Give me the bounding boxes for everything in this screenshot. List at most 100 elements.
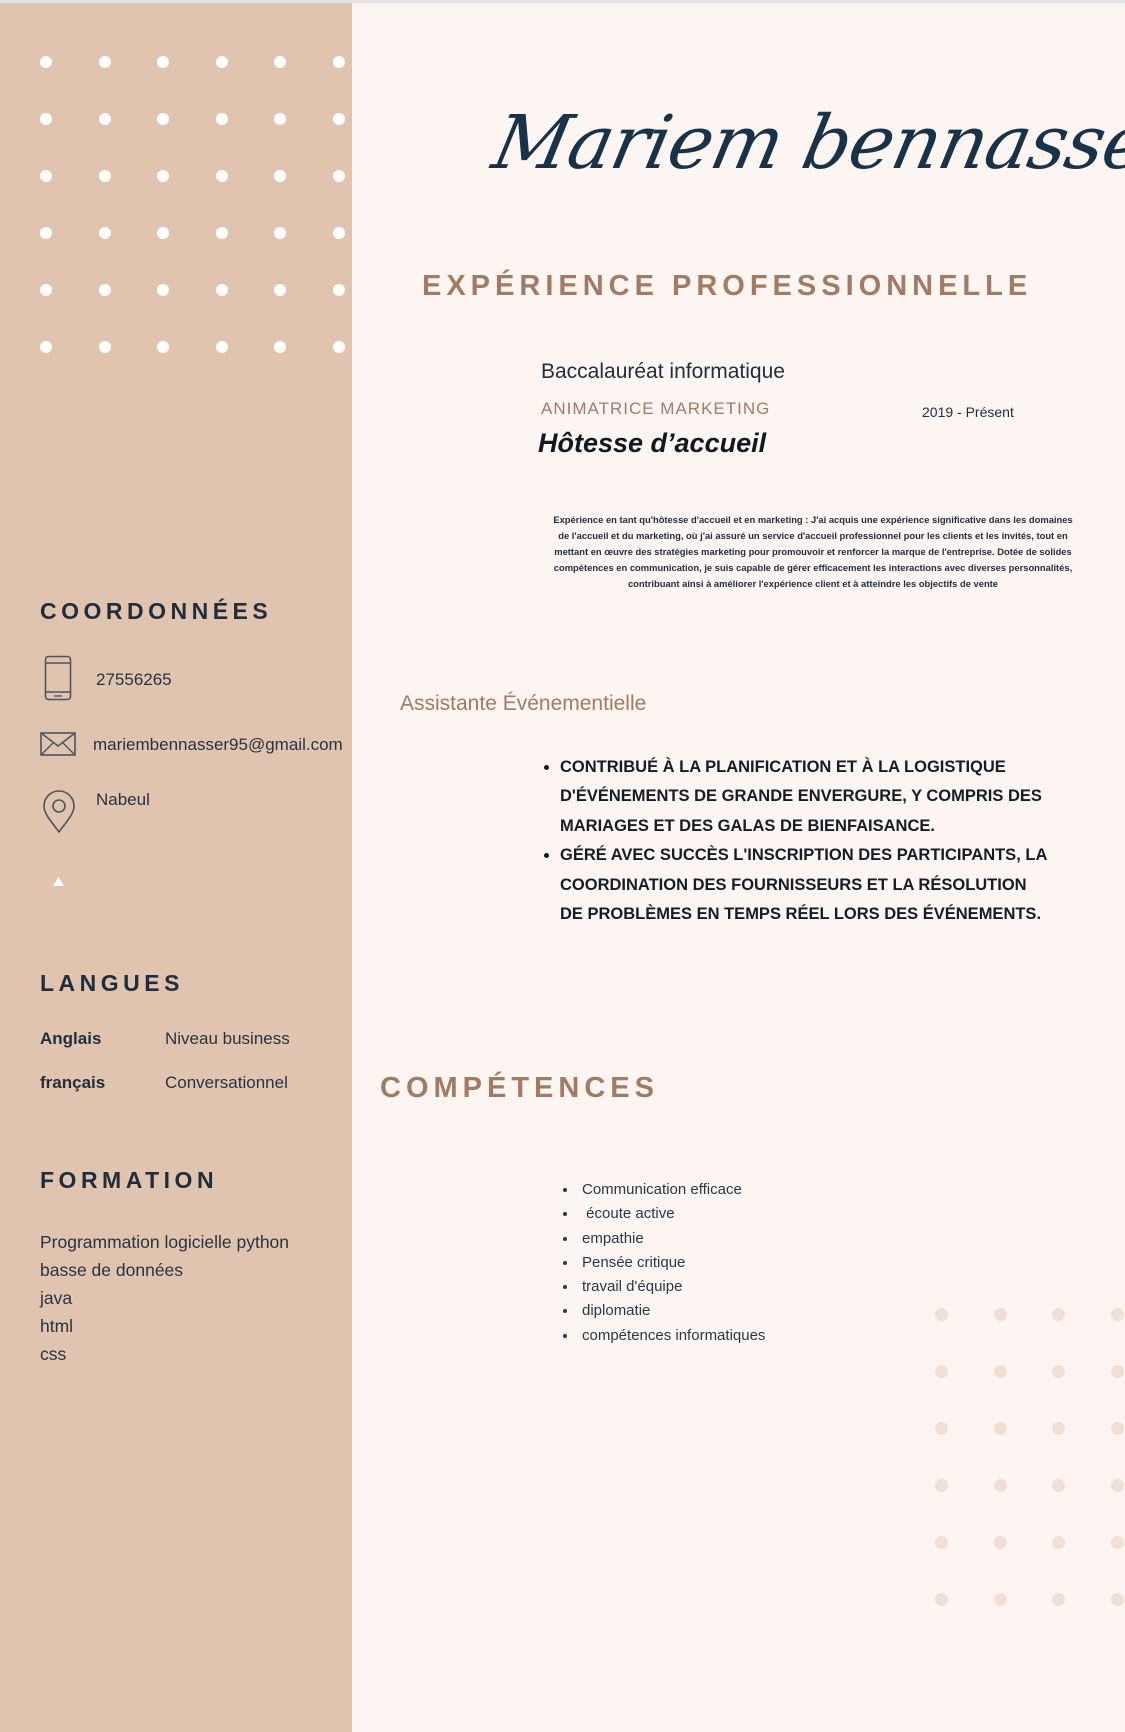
decorative-dot: [98, 284, 111, 296]
skill-item: écoute active: [578, 1202, 765, 1226]
language-name: français: [40, 1073, 106, 1092]
decorative-dot: [157, 284, 169, 296]
experience-description: Expérience en tant qu'hôtesse d'accueil …: [553, 514, 1073, 589]
decorative-dot: [215, 56, 228, 68]
decorative-dot: [40, 227, 52, 239]
formation-list: Programmation logicielle python basse de…: [40, 1228, 289, 1368]
second-role-title: Assistante Événementielle: [400, 692, 647, 715]
skill-item: diplomatie: [578, 1299, 765, 1323]
contact-heading: COORDONNÉES: [40, 598, 273, 624]
decorative-dot: [40, 284, 52, 296]
decorative-dot: [993, 1308, 1007, 1321]
decorative-dot: [1052, 1422, 1065, 1435]
decorative-dot: [1052, 1479, 1065, 1492]
decorative-dot: [935, 1593, 948, 1606]
sidebar: [0, 3, 352, 1732]
formation-item: html: [40, 1316, 74, 1336]
decorative-dot: [274, 170, 286, 182]
decorative-dot: [40, 170, 52, 182]
location-pin-icon: [43, 790, 75, 834]
decorative-dot: [215, 170, 228, 182]
decorative-dot: [332, 113, 345, 125]
languages-heading: LANGUES: [40, 970, 184, 996]
decorative-dot: [157, 227, 169, 239]
decorative-dot: [40, 56, 52, 68]
skill-item: travail d'équipe: [578, 1275, 765, 1299]
decorative-dot: [332, 284, 345, 296]
skills-list: Communication efficace écoute active emp…: [558, 1178, 765, 1348]
experience-bullets: CONTRIBUÉ À LA PLANIFICATION ET À LA LOG…: [538, 753, 1050, 929]
decorative-dot: [993, 1536, 1007, 1549]
decorative-dot: [1110, 1308, 1124, 1321]
decorative-dot: [993, 1479, 1007, 1492]
decorative-dot: [215, 341, 228, 353]
triangle-icon: [53, 877, 64, 886]
decorative-dot: [215, 284, 228, 296]
bullet-item: CONTRIBUÉ À LA PLANIFICATION ET À LA LOG…: [560, 753, 1050, 841]
skill-item: compétences informatiques: [578, 1324, 765, 1348]
decorative-dot: [1110, 1536, 1124, 1549]
decorative-dot: [935, 1422, 948, 1435]
degree-title: Baccalauréat informatique: [541, 360, 785, 383]
decorative-dot: [332, 56, 345, 68]
decorative-dot: [274, 113, 286, 125]
formation-item: java: [40, 1288, 73, 1308]
formation-item: Programmation logicielle python: [40, 1232, 290, 1252]
decorative-dot: [993, 1365, 1007, 1378]
decorative-dot: [1052, 1365, 1065, 1378]
decorative-dot: [1110, 1365, 1124, 1378]
decorative-dot: [332, 227, 345, 239]
formation-item: css: [40, 1344, 67, 1364]
decorative-dot: [98, 56, 111, 68]
decorative-dot: [40, 341, 52, 353]
decorative-dot: [993, 1422, 1007, 1435]
role-title: ANIMATRICE MARKETING: [541, 399, 771, 418]
decorative-dot: [1110, 1593, 1124, 1606]
phone-number: 27556265: [96, 670, 172, 689]
decorative-dot: [332, 170, 345, 182]
language-name: Anglais: [40, 1029, 102, 1048]
experience-dates: 2019 - Présent: [922, 404, 1014, 420]
decorative-dot: [98, 170, 111, 182]
skill-item: Communication efficace: [578, 1178, 765, 1202]
decorative-dot: [935, 1365, 948, 1378]
decorative-dot: [40, 113, 52, 125]
location-text: Nabeul: [96, 790, 150, 809]
decorative-dot: [1052, 1593, 1065, 1606]
decorative-dot: [1110, 1422, 1124, 1435]
language-level: Niveau business: [165, 1029, 290, 1048]
skill-item: Pensée critique: [578, 1251, 765, 1275]
candidate-name: Mariem bennasser: [485, 100, 1125, 186]
bullet-item: GÉRÉ AVEC SUCCÈS L'INSCRIPTION DES PARTI…: [560, 841, 1050, 929]
decorative-dot: [1052, 1536, 1065, 1549]
decorative-dot: [157, 113, 169, 125]
decorative-dot: [274, 227, 286, 239]
email-address: mariembennasser95@gmail.com: [93, 735, 343, 754]
decorative-dot: [215, 113, 228, 125]
decorative-dot: [215, 227, 228, 239]
decorative-dot: [332, 341, 345, 353]
decorative-dot: [98, 113, 111, 125]
decorative-dot: [274, 284, 286, 296]
position-title: Hôtesse d’accueil: [538, 428, 767, 458]
decorative-dot: [1110, 1479, 1124, 1492]
language-level: Conversationnel: [165, 1073, 288, 1092]
decorative-dot: [274, 56, 286, 68]
decorative-dot: [157, 56, 169, 68]
decorative-dot: [274, 341, 286, 353]
experience-heading: EXPÉRIENCE PROFESSIONNELLE: [422, 270, 1033, 302]
decorative-dot: [98, 227, 111, 239]
skills-heading: COMPÉTENCES: [380, 1072, 659, 1104]
decorative-dot: [935, 1308, 948, 1321]
decorative-dot: [935, 1479, 948, 1492]
skill-item: empathie: [578, 1227, 765, 1251]
decorative-dot: [157, 170, 169, 182]
mail-icon: [40, 732, 76, 756]
decorative-dot: [993, 1593, 1007, 1606]
formation-item: basse de données: [40, 1260, 184, 1280]
phone-icon: [44, 655, 72, 701]
decorative-dot: [935, 1536, 948, 1549]
decorative-dot: [98, 341, 111, 353]
decorative-dot: [157, 341, 169, 353]
formation-heading: FORMATION: [40, 1167, 219, 1193]
